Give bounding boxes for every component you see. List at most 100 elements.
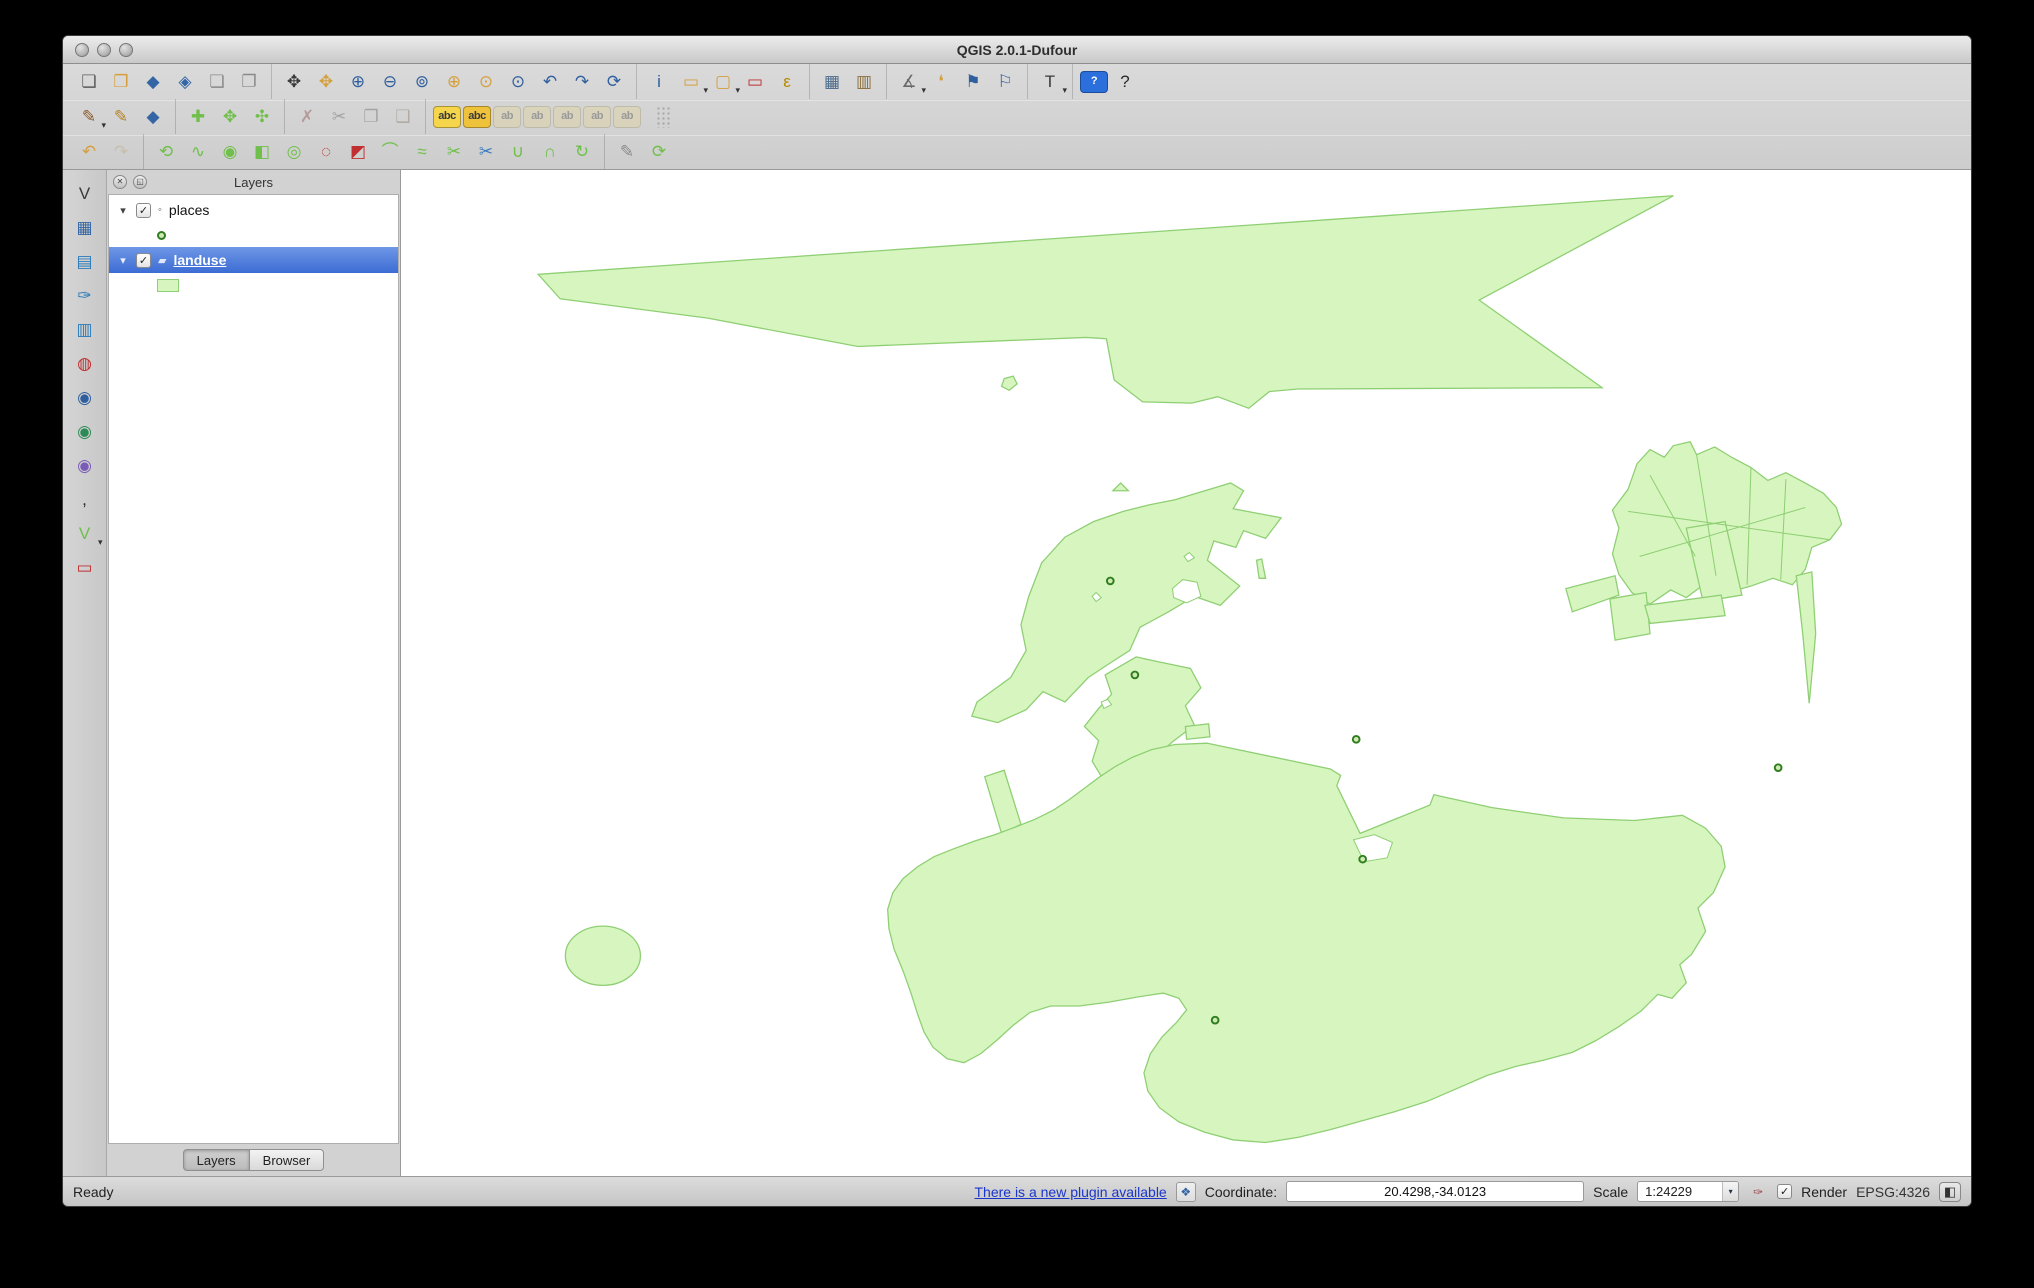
title-bar: QGIS 2.0.1-Dufour bbox=[63, 36, 1971, 64]
split-features-button[interactable]: ✂ bbox=[439, 137, 469, 167]
panel-close-button[interactable]: ✕ bbox=[113, 175, 127, 189]
map-svg[interactable] bbox=[401, 170, 1971, 1176]
crs-status-button[interactable]: ◧ bbox=[1939, 1182, 1961, 1202]
simplify-feature-button[interactable]: ∿ bbox=[183, 137, 213, 167]
labeling-options-button[interactable]: abc bbox=[433, 106, 461, 128]
open-attribute-table-button[interactable]: ▦ bbox=[817, 67, 847, 97]
stop-render-icon[interactable]: ✑ bbox=[1748, 1182, 1768, 1202]
select-features-button[interactable]: ▭ bbox=[676, 67, 706, 97]
places-disclosure-icon[interactable]: ▾ bbox=[117, 204, 129, 217]
zoom-full-extent-button[interactable]: ⊕ bbox=[439, 67, 469, 97]
offset-curve-button[interactable]: ⌒ bbox=[375, 137, 405, 167]
offset-point-symbol-button[interactable]: ✎ bbox=[612, 137, 642, 167]
delete-ring-button[interactable]: ◌ bbox=[311, 137, 341, 167]
add-mssql-layer-button[interactable]: ▥ bbox=[69, 313, 101, 345]
redraw-button[interactable]: ⟳ bbox=[644, 137, 674, 167]
scale-combo[interactable]: 1:24229 ▾ bbox=[1637, 1181, 1739, 1202]
scale-dropdown-icon[interactable]: ▾ bbox=[1722, 1182, 1738, 1201]
map-canvas-area[interactable] bbox=[401, 170, 1971, 1176]
pan-to-selection-button[interactable]: ✥ bbox=[311, 67, 341, 97]
show-bookmarks-button[interactable]: ⚐ bbox=[990, 67, 1020, 97]
rotate-feature-button[interactable]: ⟲ bbox=[151, 137, 181, 167]
layer-row-landuse[interactable]: ▾ ✓ ▰ landuse bbox=[109, 247, 398, 273]
toolbar-drag-handle[interactable] bbox=[656, 106, 670, 128]
reshape-features-button[interactable]: ≈ bbox=[407, 137, 437, 167]
toggle-editing-button[interactable]: ✎ bbox=[106, 102, 136, 132]
add-delimited-text-layer-button[interactable]: , bbox=[69, 483, 101, 515]
new-print-composer-button[interactable]: ❏ bbox=[202, 67, 232, 97]
add-vector-layer-button[interactable]: V bbox=[69, 177, 101, 209]
select-by-expression-button[interactable]: ε bbox=[772, 67, 802, 97]
refresh-map-button[interactable]: ⟳ bbox=[599, 67, 629, 97]
field-calculator-button[interactable]: ▥ bbox=[849, 67, 879, 97]
add-raster-layer-button[interactable]: ▦ bbox=[69, 211, 101, 243]
add-wms-layer-button[interactable]: ◉ bbox=[69, 381, 101, 413]
places-visibility-checkbox[interactable]: ✓ bbox=[136, 203, 151, 218]
help-contents-button[interactable]: ? bbox=[1080, 71, 1108, 93]
coordinate-label: Coordinate: bbox=[1205, 1184, 1277, 1200]
zoom-in-button[interactable]: ⊕ bbox=[343, 67, 373, 97]
layer-row-places[interactable]: ▾ ✓ ◦ places bbox=[109, 197, 398, 223]
tab-browser[interactable]: Browser bbox=[250, 1149, 325, 1171]
new-project-button[interactable]: ❏ bbox=[74, 67, 104, 97]
toolbar-group-undo-redo: ↶ ↷ bbox=[67, 134, 143, 169]
remove-layer-button[interactable]: ▭ bbox=[69, 551, 101, 583]
add-wfs-layer-button[interactable]: ◉ bbox=[69, 449, 101, 481]
delete-part-button[interactable]: ◩ bbox=[343, 137, 373, 167]
render-checkbox[interactable]: ✓ bbox=[1777, 1184, 1792, 1199]
landuse-visibility-checkbox[interactable]: ✓ bbox=[136, 253, 151, 268]
tab-layers[interactable]: Layers bbox=[183, 1149, 250, 1171]
add-feature-button[interactable]: ✚ bbox=[183, 102, 213, 132]
add-postgis-layer-button[interactable]: ▤ bbox=[69, 245, 101, 277]
new-bookmark-button[interactable]: ⚑ bbox=[958, 67, 988, 97]
new-plugin-link[interactable]: There is a new plugin available bbox=[974, 1184, 1166, 1200]
coordinate-input[interactable] bbox=[1286, 1181, 1584, 1202]
add-spatialite-layer-button[interactable]: ✑ bbox=[69, 279, 101, 311]
select-features-by-shape-button[interactable]: ▢ bbox=[708, 67, 738, 97]
whats-this-button[interactable]: ? bbox=[1110, 67, 1140, 97]
places-point-symbol bbox=[157, 231, 166, 240]
move-feature-button[interactable]: ✥ bbox=[215, 102, 245, 132]
add-ring-button[interactable]: ◉ bbox=[215, 137, 245, 167]
add-part-button[interactable]: ◧ bbox=[247, 137, 277, 167]
deselect-features-button[interactable]: ▭ bbox=[740, 67, 770, 97]
pan-map-button[interactable]: ✥ bbox=[279, 67, 309, 97]
node-tool-button[interactable]: ✣ bbox=[247, 102, 277, 132]
change-label-properties-button: ab bbox=[613, 106, 641, 128]
composer-manager-button[interactable]: ❐ bbox=[234, 67, 264, 97]
change-label-button[interactable]: abc bbox=[463, 106, 491, 128]
status-ready-text: Ready bbox=[73, 1184, 113, 1200]
panel-float-button[interactable]: ◱ bbox=[133, 175, 147, 189]
cut-features-button: ✂ bbox=[324, 102, 354, 132]
add-oracle-layer-button[interactable]: ◍ bbox=[69, 347, 101, 379]
zoom-next-button[interactable]: ↷ bbox=[567, 67, 597, 97]
merge-attributes-button[interactable]: ∩ bbox=[535, 137, 565, 167]
rotate-point-symbols-button[interactable]: ↻ bbox=[567, 137, 597, 167]
zoom-to-layer-button[interactable]: ⊙ bbox=[503, 67, 533, 97]
identify-features-button[interactable]: i bbox=[644, 67, 674, 97]
undo-button[interactable]: ↶ bbox=[74, 137, 104, 167]
merge-features-button[interactable]: ∪ bbox=[503, 137, 533, 167]
save-layer-edits-button[interactable]: ◆ bbox=[138, 102, 168, 132]
measure-button[interactable]: ∡ bbox=[894, 67, 924, 97]
plugin-indicator-icon[interactable]: ❖ bbox=[1176, 1182, 1196, 1202]
text-annotation-button[interactable]: T bbox=[1035, 67, 1065, 97]
zoom-last-button[interactable]: ↶ bbox=[535, 67, 565, 97]
split-parts-button[interactable]: ✂ bbox=[471, 137, 501, 167]
save-project-as-button[interactable]: ◈ bbox=[170, 67, 200, 97]
landuse-disclosure-icon[interactable]: ▾ bbox=[117, 254, 129, 267]
zoom-out-button[interactable]: ⊖ bbox=[375, 67, 405, 97]
zoom-window-button[interactable] bbox=[119, 43, 133, 57]
status-bar: Ready There is a new plugin available ❖ … bbox=[63, 1176, 1971, 1206]
close-window-button[interactable] bbox=[75, 43, 89, 57]
zoom-to-selection-button[interactable]: ⊙ bbox=[471, 67, 501, 97]
new-shapefile-layer-button[interactable]: V bbox=[69, 517, 101, 549]
map-tips-button[interactable]: ❛ bbox=[926, 67, 956, 97]
minimize-window-button[interactable] bbox=[97, 43, 111, 57]
current-edits-button[interactable]: ✎ bbox=[74, 102, 104, 132]
zoom-native-resolution-button[interactable]: ⊚ bbox=[407, 67, 437, 97]
open-project-button[interactable]: ❒ bbox=[106, 67, 136, 97]
add-wcs-layer-button[interactable]: ◉ bbox=[69, 415, 101, 447]
fill-ring-button[interactable]: ◎ bbox=[279, 137, 309, 167]
save-project-button[interactable]: ◆ bbox=[138, 67, 168, 97]
